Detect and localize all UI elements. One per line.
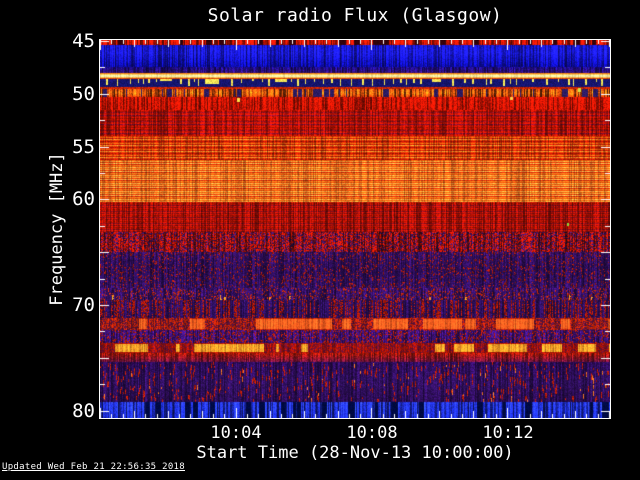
y-tick-label: 50 — [72, 82, 95, 105]
update-timestamp: Updated Wed Feb 21 22:56:35 2018 — [2, 462, 185, 472]
x-tick-label: 10:04 — [210, 423, 262, 443]
x-tick-label: 10:12 — [482, 423, 534, 443]
y-tick-label: 55 — [72, 135, 95, 158]
x-tick-label: 10:08 — [346, 423, 398, 443]
y-axis-label: Frequency [MHz] — [47, 152, 67, 306]
plot-frame — [99, 39, 611, 419]
y-tick-label: 45 — [72, 30, 95, 53]
y-tick-label: 80 — [72, 399, 95, 422]
chart-title: Solar radio Flux (Glasgow) — [207, 5, 503, 26]
solar-radio-spectrogram-window: Solar radio Flux (Glasgow) Frequency [MH… — [0, 0, 640, 480]
spectrogram-canvas — [100, 40, 610, 418]
y-tick-label: 60 — [72, 188, 95, 211]
x-axis-label: Start Time (28-Nov-13 10:00:00) — [196, 443, 514, 463]
y-tick-label: 70 — [72, 294, 95, 317]
